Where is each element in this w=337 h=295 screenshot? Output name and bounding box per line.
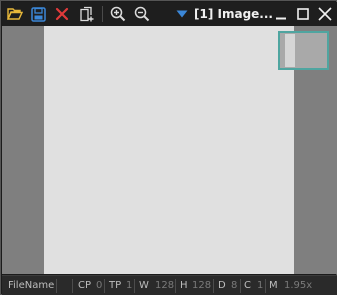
status-separator: [104, 279, 105, 293]
zoom-out-icon[interactable]: [132, 4, 152, 24]
status-separator: [240, 279, 241, 293]
status-filename: FileName: [8, 280, 55, 291]
duplicate-icon[interactable]: [77, 4, 97, 24]
minimize-icon[interactable]: [271, 4, 291, 24]
status-separator: [265, 279, 266, 293]
folder-open-icon[interactable]: [5, 4, 25, 24]
status-w-label: W: [139, 280, 149, 291]
status-w-value: 128: [155, 280, 175, 291]
status-c-label: C: [244, 280, 251, 291]
status-separator: [134, 279, 135, 293]
status-tp-label: TP: [109, 280, 122, 291]
toolbar: [1] Image...: [2, 2, 337, 26]
zoom-in-icon[interactable]: [108, 4, 128, 24]
navigator-minimap[interactable]: [278, 31, 329, 70]
image-viewport[interactable]: [2, 26, 337, 274]
status-cp-label: CP: [78, 280, 92, 291]
status-separator: [175, 279, 176, 293]
status-m-label: M: [269, 280, 278, 291]
status-separator: [72, 279, 73, 293]
status-h-value: 128: [192, 280, 212, 291]
close-icon[interactable]: [315, 4, 335, 24]
window-title: [1] Image...: [194, 7, 273, 21]
maximize-icon[interactable]: [293, 4, 313, 24]
status-d-label: D: [218, 280, 226, 291]
toolbar-separator: [102, 6, 103, 22]
status-tp-value: 1: [126, 280, 133, 291]
minimap-viewport-rect[interactable]: [285, 34, 295, 67]
image-viewer-window: [1] Image... FileName CP 0 TP 1 W 128 H …: [0, 0, 337, 295]
status-bar: FileName CP 0 TP 1 W 128 H 128 D 8 C 1 M…: [2, 275, 337, 295]
dropdown-arrow-icon[interactable]: [172, 4, 192, 24]
status-separator: [213, 279, 214, 293]
status-m-value: 1.95x: [284, 280, 313, 291]
status-c-value: 1: [257, 280, 264, 291]
status-d-value: 8: [231, 280, 238, 291]
status-cp-value: 0: [96, 280, 103, 291]
close-x-icon[interactable]: [52, 4, 72, 24]
image-canvas[interactable]: [44, 26, 294, 274]
status-separator: [56, 279, 57, 293]
status-h-label: H: [180, 280, 188, 291]
save-icon[interactable]: [28, 4, 48, 24]
